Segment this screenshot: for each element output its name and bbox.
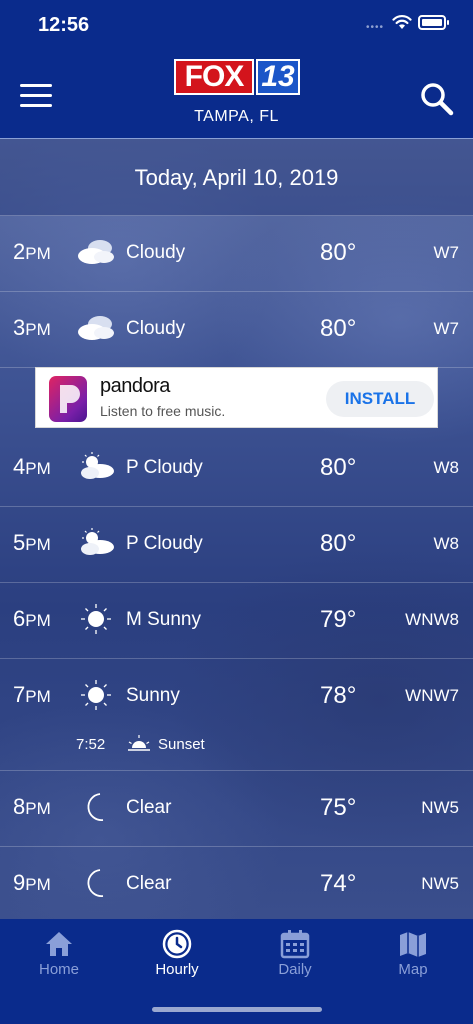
temperature: 80° (320, 454, 357, 481)
condition-label: Cloudy (126, 242, 186, 263)
sunset-icon (128, 735, 150, 751)
logo-number-text: 13 (256, 59, 300, 95)
condition-label: P Cloudy (126, 533, 203, 554)
hour-row: 9PM Clear 74° NW5 (0, 846, 473, 923)
tab-label: Hourly (155, 961, 199, 978)
tab-map[interactable]: Map (354, 919, 472, 989)
temperature: 79° (320, 606, 357, 633)
home-icon (46, 932, 72, 956)
app: 12:56 •••• FOX 13 TAMPA, FL Today, April… (0, 0, 473, 1024)
tab-daily[interactable]: Daily (236, 919, 354, 989)
tab-label: Map (398, 961, 428, 978)
hour-label: 9PM (13, 870, 51, 895)
tab-home[interactable]: Home (0, 919, 118, 989)
wind-label: W7 (433, 319, 460, 338)
condition-label: Clear (126, 873, 172, 894)
hour-row: 8PM Clear 75° NW5 (0, 770, 473, 847)
hour-row: 3PM Cloudy 80° W7 (0, 291, 473, 368)
sunset-time: 7:52 (76, 736, 106, 753)
header: 12:56 •••• FOX 13 TAMPA, FL (0, 0, 473, 138)
wind-label: NW5 (421, 798, 459, 817)
hour-row: 2PM Cloudy 80° W7 (0, 215, 473, 292)
tab-label: Home (38, 961, 79, 978)
temperature: 75° (320, 794, 357, 821)
date-header: Today, April 10, 2019 (0, 139, 473, 216)
hour-label: 6PM (13, 606, 51, 631)
sunset-label: Sunset (158, 736, 205, 753)
sun-icon (76, 603, 116, 635)
temperature: 78° (320, 682, 357, 709)
install-button[interactable]: INSTALL (326, 381, 434, 417)
partly-cloudy-icon (76, 451, 116, 483)
tab-label: Daily (278, 961, 312, 978)
hour-label: 2PM (13, 239, 51, 264)
tab-hourly[interactable]: Hourly (118, 919, 236, 989)
wind-label: NW5 (421, 874, 459, 893)
signal-dots-icon: •••• (366, 22, 385, 33)
menu-button[interactable] (20, 84, 52, 108)
tab-bar: Home Hourly Daily Map (0, 919, 473, 1024)
wind-label: W8 (433, 534, 460, 553)
hour-label: 8PM (13, 794, 51, 819)
cloudy-icon (76, 236, 116, 268)
ad-brand: pandora (100, 375, 170, 397)
moon-icon (76, 791, 116, 823)
hour-label: 7PM (13, 682, 51, 707)
hour-label: 3PM (13, 315, 51, 340)
condition-label: Cloudy (126, 318, 186, 339)
home-indicator (152, 1007, 322, 1012)
hour-row: 6PM M Sunny 79° WNW8 (0, 582, 473, 659)
logo-fox-text: FOX (174, 59, 254, 95)
temperature: 80° (320, 530, 357, 557)
condition-label: P Cloudy (126, 457, 203, 478)
hour-label: 4PM (13, 454, 51, 479)
hour-row: 4PM P Cloudy 80° W8 (0, 430, 473, 507)
hourly-forecast: Today, April 10, 2019 2PM Cloudy 80° W7 3PM C… (0, 138, 473, 923)
clock-icon (162, 929, 192, 959)
moon-icon (76, 867, 116, 899)
hour-row: 5PM P Cloudy 80° W8 (0, 506, 473, 583)
condition-label: Sunny (126, 685, 180, 706)
condition-label: Clear (126, 797, 172, 818)
map-icon (400, 932, 426, 957)
pandora-logo-icon (49, 376, 87, 422)
temperature: 80° (320, 315, 357, 342)
fox13-logo: FOX 13 (174, 59, 300, 97)
battery-icon (418, 15, 449, 30)
status-time: 12:56 (38, 14, 90, 36)
pandora-ad[interactable]: pandora Listen to free music. INSTALL (35, 367, 438, 428)
hour-label: 5PM (13, 530, 51, 555)
hour-row: 7PM Sunny 78° WNW7 7:52 Sunset (0, 658, 473, 771)
wind-label: W7 (433, 243, 460, 262)
ad-subtitle: Listen to free music. (100, 403, 226, 419)
wind-label: W8 (433, 458, 460, 477)
cloudy-icon (76, 312, 116, 344)
temperature: 74° (320, 870, 357, 897)
partly-cloudy-icon (76, 527, 116, 559)
city-label: TAMPA, FL (194, 108, 279, 125)
search-icon[interactable] (420, 82, 454, 116)
condition-label: M Sunny (126, 609, 201, 630)
wind-label: WNW7 (405, 686, 459, 705)
temperature: 80° (320, 239, 357, 266)
wind-label: WNW8 (405, 610, 459, 629)
wifi-icon (392, 15, 412, 29)
calendar-icon (280, 930, 310, 959)
status-bar: 12:56 •••• (0, 0, 473, 50)
sun-icon (76, 679, 116, 711)
